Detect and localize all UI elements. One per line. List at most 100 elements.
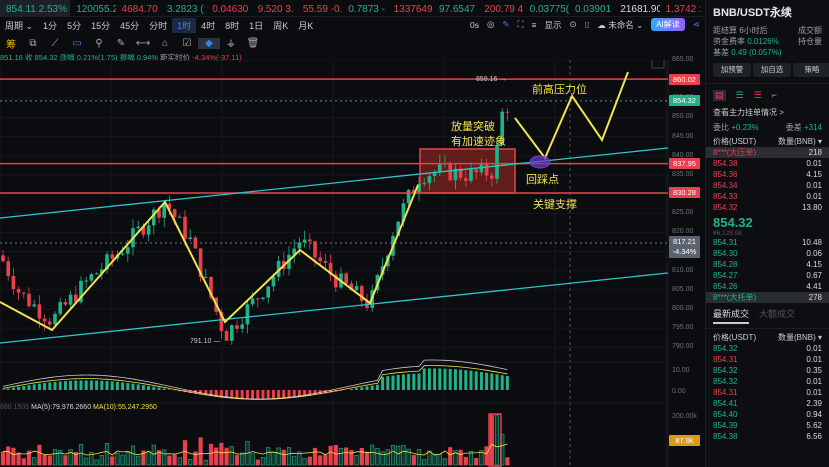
- book-row[interactable]: 854.31 0.01: [706, 387, 829, 398]
- book-row[interactable]: 854.28 4.15: [706, 259, 829, 270]
- row-price: 854.28: [713, 260, 738, 269]
- volume-bar: [188, 459, 193, 466]
- rect-select-icon[interactable]: ▭: [66, 38, 88, 49]
- macd-bar: [48, 382, 52, 390]
- display-button[interactable]: 显示: [544, 19, 561, 31]
- pen-icon[interactable]: ✎: [110, 38, 132, 49]
- trades-col-qty[interactable]: 数量(BNB) ▾: [778, 332, 822, 343]
- book-asks-icon[interactable]: ☰: [754, 90, 762, 101]
- col-qty[interactable]: 数量(BNB) ▾: [778, 136, 822, 147]
- watchlist-button[interactable]: 加自选: [753, 63, 791, 77]
- ticker-item[interactable]: 1.3742 :: [660, 0, 705, 17]
- volume-bar: [505, 457, 510, 466]
- draw-icon[interactable]: ✎: [502, 19, 509, 30]
- book-row[interactable]: 854.36 4.15: [706, 169, 829, 180]
- book-row[interactable]: 854.31 0.01: [706, 354, 829, 365]
- row-qty: 0.01: [806, 377, 822, 386]
- cloud-layout-button[interactable]: ☁ 未命名 ⌄: [597, 19, 643, 31]
- crosshair-price: 817.21: [673, 237, 696, 247]
- book-row[interactable]: 854.40 0.94: [706, 409, 829, 420]
- alert-button[interactable]: 加预警: [713, 63, 751, 77]
- period-tab[interactable]: 45分: [115, 18, 144, 33]
- volume-bar: [42, 455, 47, 466]
- menu-icon[interactable]: ≡: [531, 20, 536, 30]
- strategy-button[interactable]: 策略: [793, 63, 829, 77]
- period-tab[interactable]: 15分: [86, 18, 115, 33]
- book-both-icon[interactable]: ▤: [713, 90, 726, 101]
- trend-zigzag: [0, 184, 419, 332]
- ticker-item[interactable]: 120055.2: [70, 0, 115, 17]
- period-tab[interactable]: 1时: [172, 17, 197, 33]
- book-row[interactable]: 854.32 0.01: [706, 376, 829, 387]
- book-row[interactable]: 854.38 6.56: [706, 431, 829, 442]
- book-settings-icon[interactable]: ⌐: [772, 90, 777, 101]
- lock-icon[interactable]: ⌂: [154, 38, 176, 49]
- book-row[interactable]: 854.30 0.06: [706, 248, 829, 259]
- funding-value: 0.0126%: [747, 37, 779, 46]
- period-tab[interactable]: 周期 ⌄: [0, 18, 38, 33]
- ticker-item[interactable]: 0.03775(: [524, 0, 569, 17]
- period-tab[interactable]: 4时: [196, 18, 220, 33]
- period-tab[interactable]: 分时: [144, 18, 172, 33]
- volume-bar: [255, 459, 260, 466]
- price-tick: 835.00: [672, 170, 694, 178]
- link-icon[interactable]: ⚲: [88, 38, 110, 49]
- book-row[interactable]: 854.34 0.01: [706, 180, 829, 191]
- fullscreen-icon[interactable]: ⛶: [518, 19, 524, 30]
- ticker-item[interactable]: 200.79 4: [478, 0, 523, 17]
- ai-button[interactable]: AI解读: [651, 18, 685, 31]
- filter-icon[interactable]: ⚶: [220, 38, 242, 49]
- candle-body: [490, 175, 494, 179]
- ticker-item[interactable]: 4684.70: [116, 0, 161, 17]
- period-tab[interactable]: 1日: [244, 18, 268, 33]
- ticker-item[interactable]: 0.7873 -: [342, 0, 387, 17]
- ticker-item[interactable]: 9.520 3.: [252, 0, 297, 17]
- ticker-item[interactable]: 0.03901: [569, 0, 614, 17]
- period-tab[interactable]: 8时: [220, 18, 244, 33]
- magnet-icon[interactable]: ◆: [198, 37, 220, 49]
- ticker-item[interactable]: 13376493: [388, 0, 433, 17]
- book-row[interactable]: 854.33 0.01: [706, 191, 829, 202]
- share-icon[interactable]: ⋖: [693, 19, 700, 30]
- book-row[interactable]: 854.27 0.67: [706, 270, 829, 281]
- price-tick: 820.00: [672, 228, 694, 236]
- book-row[interactable]: 854.39 5.62: [706, 420, 829, 431]
- volume-bar: [214, 447, 219, 466]
- macd-bar: [152, 386, 156, 390]
- book-row[interactable]: 854.32 0.01: [706, 343, 829, 354]
- ticker-item[interactable]: 3.2823 (: [161, 0, 206, 17]
- ticker-item[interactable]: 854.11 2.53%: [0, 0, 71, 17]
- tab-large-trades[interactable]: 大额成交: [759, 307, 795, 324]
- copy-icon[interactable]: ⧉: [22, 38, 44, 49]
- ticker-item[interactable]: 21681.90 (: [614, 0, 659, 17]
- tab-latest-trades[interactable]: 最新成交: [713, 307, 750, 324]
- period-tab[interactable]: 5分: [62, 18, 86, 33]
- measure-icon[interactable]: ⟷: [132, 38, 154, 49]
- period-tab[interactable]: 周K: [268, 18, 293, 33]
- trash-icon[interactable]: 🗑: [242, 38, 264, 49]
- ticker-item[interactable]: 97.6547 -(: [433, 0, 478, 17]
- book-row[interactable]: 854.26 4.41: [706, 281, 829, 292]
- book-row[interactable]: 854.38 0.01: [706, 158, 829, 169]
- candle-body: [188, 237, 192, 239]
- period-tab[interactable]: 1分: [38, 18, 62, 33]
- ticker-item[interactable]: 0.04630: [206, 0, 251, 17]
- grid-icon[interactable]: ⁞⁞: [585, 20, 590, 30]
- book-row[interactable]: 854.31 10.48: [706, 237, 829, 248]
- period-tab[interactable]: 月K: [293, 18, 318, 33]
- volume-ma5: MA(5):79,976.2660: [31, 404, 92, 411]
- camera-icon[interactable]: ◎: [487, 19, 494, 30]
- volume-bar: [208, 443, 214, 466]
- depth-link[interactable]: 查看主力挂单情况 >: [706, 107, 829, 118]
- book-row[interactable]: 854.41 2.39: [706, 398, 829, 409]
- row-price: 854.33: [713, 192, 738, 201]
- book-row[interactable]: 854.32 13.80: [706, 202, 829, 213]
- book-row[interactable]: 854.32 0.35: [706, 365, 829, 376]
- candle-body: [323, 261, 328, 264]
- book-bids-icon[interactable]: ☰: [736, 90, 744, 101]
- ruler-icon[interactable]: ⟋: [44, 38, 66, 49]
- settings-icon[interactable]: ⊙: [569, 19, 576, 30]
- row-price: 854.31: [713, 355, 738, 364]
- note-icon[interactable]: ☑: [176, 38, 198, 49]
- ticker-item[interactable]: 55.59 -0.7: [297, 0, 342, 17]
